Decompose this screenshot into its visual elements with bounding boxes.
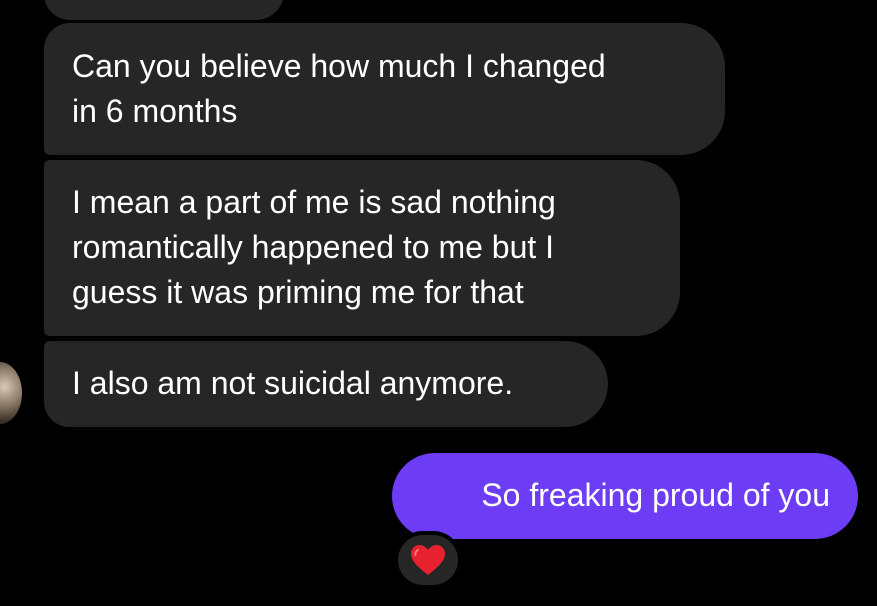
message-bubble-received-partial[interactable]	[44, 0, 284, 20]
message-bubble-received[interactable]: I mean a part of me is sad nothing roman…	[44, 160, 680, 336]
message-bubble-received[interactable]: I also am not suicidal anymore.	[44, 341, 608, 427]
reaction-badge[interactable]	[394, 531, 462, 589]
message-bubble-sent[interactable]: So freaking proud of you	[392, 453, 858, 539]
message-bubble-received[interactable]: Can you believe how much I changed in 6 …	[44, 23, 725, 155]
sender-avatar[interactable]	[0, 362, 22, 424]
red-heart-icon	[411, 545, 445, 575]
